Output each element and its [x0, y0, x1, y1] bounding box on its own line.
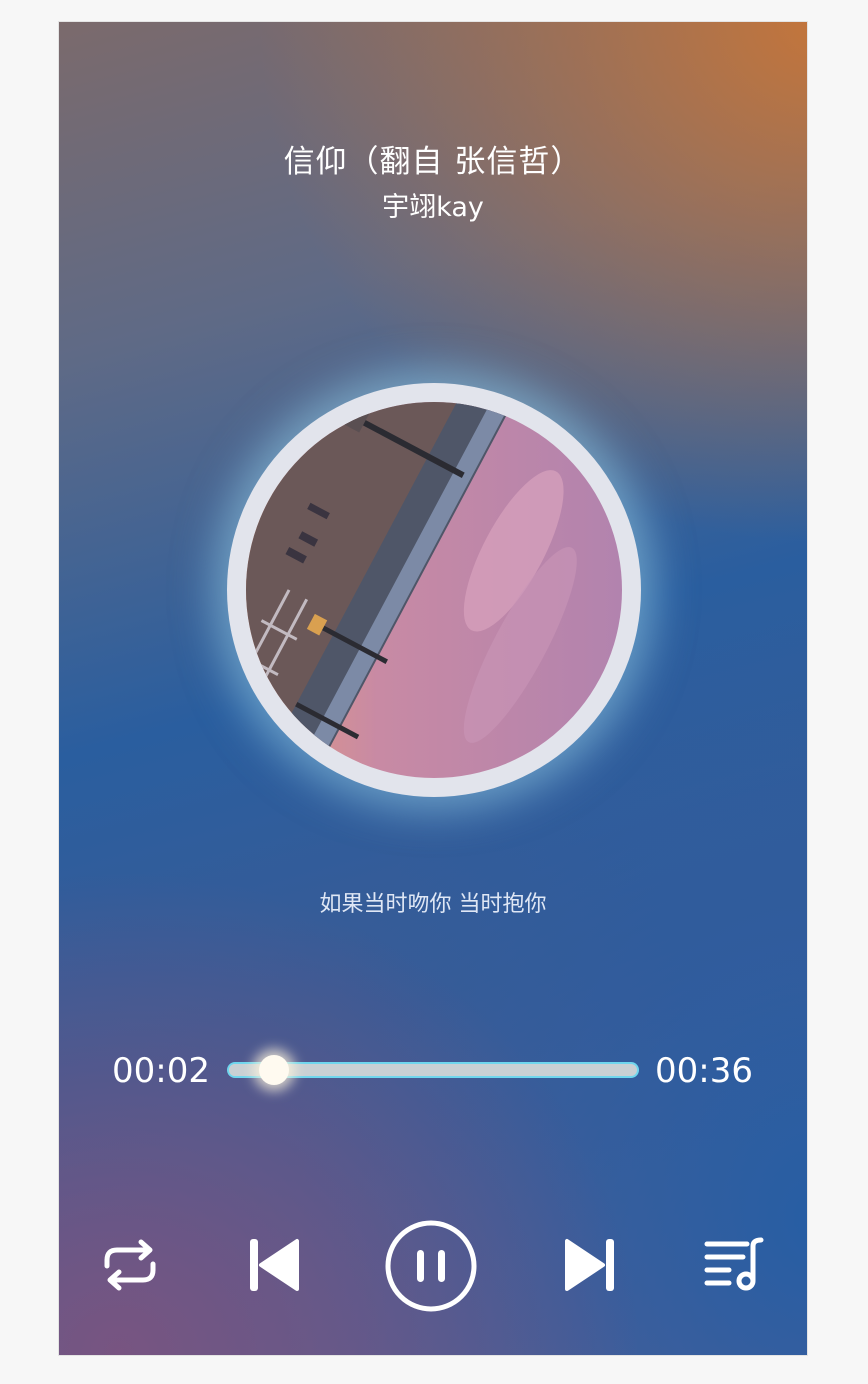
playlist-button[interactable]: [703, 1236, 767, 1294]
total-time: 00:36: [655, 1051, 753, 1091]
current-lyric-line: 如果当时吻你 当时抱你: [319, 892, 547, 917]
progress-bar[interactable]: [229, 1055, 637, 1085]
repeat-icon: [104, 1239, 156, 1291]
album-disc: [227, 383, 641, 797]
repeat-button[interactable]: [97, 1236, 163, 1294]
skip-previous-icon: [250, 1239, 299, 1291]
current-time: 00:02: [112, 1051, 210, 1091]
previous-button[interactable]: [247, 1236, 301, 1294]
next-button[interactable]: [563, 1236, 617, 1294]
progress-thumb[interactable]: [258, 1055, 289, 1085]
music-player: 信仰（翻自 张信哲） 宇翊kay 如果当时吻你 当时抱你 00:02 00:36: [58, 21, 808, 1356]
pause-icon: [385, 1220, 477, 1312]
pause-button[interactable]: [384, 1219, 478, 1313]
album-cover: [246, 402, 622, 778]
artist-name: 宇翊kay: [382, 192, 484, 223]
skip-next-icon: [565, 1239, 614, 1291]
album-cover-art: [246, 402, 622, 778]
playlist-icon: [704, 1237, 764, 1291]
song-title: 信仰（翻自 张信哲）: [283, 144, 583, 180]
